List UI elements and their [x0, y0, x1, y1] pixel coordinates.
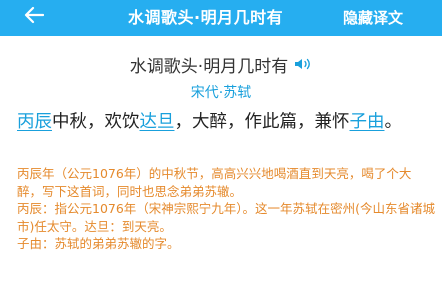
app-header: 水调歌头·明月几时有 隐藏译文 [0, 0, 442, 36]
term-dadan[interactable]: 达旦 [140, 112, 175, 132]
header-title: 水调歌头·明月几时有 [128, 8, 284, 27]
preface-text: ，大醉，作此篇，兼怀 [174, 112, 350, 132]
annotation-text: 丙辰：指公元1076年（宋神宗熙宁九年）。这一年苏轼在密州(今山东省诸城市)任太… [17, 201, 435, 234]
poem-title-row: 水调歌头·明月几时有 [0, 51, 442, 77]
back-arrow-icon [24, 6, 44, 24]
back-button[interactable] [22, 3, 46, 27]
poem-preface: 丙辰中秋，欢饮达旦，大醉，作此篇，兼怀子由。 [17, 110, 429, 135]
preface-text: 中秋，欢饮 [52, 112, 140, 132]
term-ziyou[interactable]: 子由 [350, 112, 385, 132]
poem-title: 水调歌头·明月几时有 [129, 56, 289, 77]
translation-text: 丙辰年（公元1076年）的中秋节，高高兴兴地喝酒直到天亮，喝了个大醉，写下这首词… [17, 166, 412, 199]
hide-translation-button[interactable]: 隐藏译文 [343, 0, 403, 36]
speaker-icon [295, 58, 311, 70]
poem-author[interactable]: 宋代·苏轼 [0, 82, 442, 102]
term-bingchen[interactable]: 丙辰 [17, 112, 52, 132]
translation-notes: 丙辰年（公元1076年）的中秋节，高高兴兴地喝酒直到天亮，喝了个大醉，写下这首词… [17, 165, 435, 253]
annotation-text: 子由：苏轼的弟弟苏辙的字。 [17, 236, 180, 251]
preface-text: 。 [384, 112, 403, 132]
play-audio-button[interactable] [294, 57, 312, 71]
